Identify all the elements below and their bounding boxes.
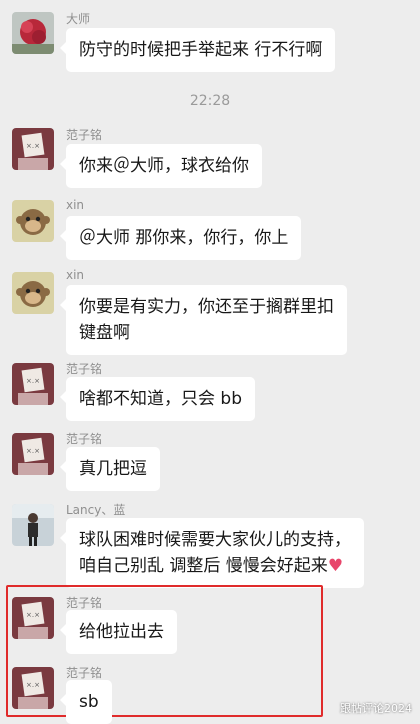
- svg-text:×.×: ×.×: [26, 142, 40, 150]
- paper-face-avatar-icon: ×.×: [12, 363, 54, 405]
- sender-name: xin: [66, 268, 85, 282]
- message-line: 你要是有实力，你还至于搁群里扣: [79, 297, 334, 317]
- red-leaf-avatar-icon: [12, 12, 54, 54]
- watermark: 跟帖评论2024: [340, 702, 412, 715]
- sender-name: 范子铭: [66, 432, 103, 446]
- sender-name: 范子铭: [66, 666, 103, 680]
- message-line: 球队困难时候需要大家伙儿的支持，: [79, 530, 351, 550]
- avatar[interactable]: ×.×: [12, 667, 54, 709]
- message-bubble[interactable]: 防守的时候把手举起来 行不行啊: [59, 28, 336, 72]
- paper-face-avatar-icon: ×.×: [12, 128, 54, 170]
- avatar[interactable]: [12, 272, 54, 314]
- message-line: 键盘啊: [79, 323, 130, 343]
- svg-text:×.×: ×.×: [26, 681, 40, 689]
- svg-text:×.×: ×.×: [26, 377, 40, 385]
- heart-icon: ♥: [327, 556, 344, 576]
- sender-name: xin: [66, 198, 85, 212]
- message-bubble[interactable]: 你来＠大师，球衣给你: [60, 144, 262, 188]
- monkey-avatar-icon: [12, 272, 54, 314]
- avatar[interactable]: [12, 200, 54, 242]
- message-bubble[interactable]: 啥都不知道，只会 bb: [60, 377, 255, 421]
- message-bubble[interactable]: 球队困难时候需要大家伙儿的支持， 咱自己别乱 调整后 慢慢会好起来♥: [60, 518, 364, 588]
- avatar[interactable]: ×.×: [12, 363, 54, 405]
- paper-face-avatar-icon: ×.×: [12, 597, 54, 639]
- message-bubble[interactable]: sb: [60, 680, 112, 724]
- sender-name: 范子铭: [66, 128, 103, 142]
- svg-text:×.×: ×.×: [26, 611, 40, 619]
- avatar[interactable]: [12, 12, 54, 54]
- message-bubble[interactable]: 你要是有实力，你还至于搁群里扣 键盘啊: [60, 285, 347, 355]
- message-bubble[interactable]: ＠大师 那你来，你行，你上: [59, 216, 302, 260]
- svg-text:×.×: ×.×: [26, 447, 40, 455]
- sender-name: Lancy、蓝: [66, 503, 126, 517]
- avatar[interactable]: ×.×: [12, 128, 54, 170]
- paper-face-avatar-icon: ×.×: [12, 667, 54, 709]
- sender-name: 范子铭: [66, 596, 103, 610]
- message-line: 咱自己别乱 调整后 慢慢会好起来♥: [79, 556, 344, 576]
- message-bubble[interactable]: 真几把逗: [60, 447, 160, 491]
- avatar[interactable]: ×.×: [12, 597, 54, 639]
- time-divider: 22:28: [189, 93, 231, 109]
- monkey-avatar-icon: [12, 200, 54, 242]
- person-avatar-icon: [12, 504, 54, 546]
- message-bubble[interactable]: 给他拉出去: [60, 610, 177, 654]
- avatar[interactable]: ×.×: [12, 433, 54, 475]
- sender-name: 大师: [66, 12, 91, 26]
- avatar[interactable]: [12, 504, 54, 546]
- sender-name: 范子铭: [66, 362, 103, 376]
- paper-face-avatar-icon: ×.×: [12, 433, 54, 475]
